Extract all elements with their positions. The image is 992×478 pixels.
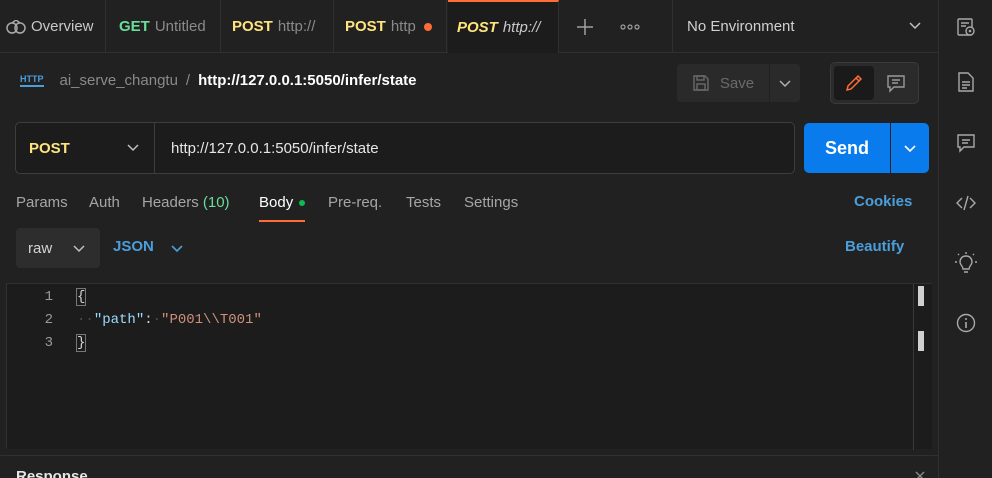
- environment-selector[interactable]: No Environment: [672, 0, 938, 53]
- editor-scrollbar-marker: [918, 331, 924, 351]
- environment-label: No Environment: [687, 18, 795, 35]
- tab-post-2[interactable]: POST http: [335, 0, 447, 53]
- chevron-down-icon: [778, 76, 792, 90]
- chevron-down-icon: [126, 140, 140, 158]
- chevron-down-icon: [170, 241, 184, 259]
- send-label: Send: [824, 137, 869, 158]
- comment-mode-button[interactable]: [876, 66, 916, 100]
- environment-quick-look-icon[interactable]: [939, 17, 992, 37]
- send-options-button[interactable]: [891, 123, 929, 173]
- open-brace: {: [75, 288, 87, 306]
- save-label: Save: [719, 74, 755, 92]
- right-sidebar: [938, 0, 992, 478]
- json-value: "P001\\T001": [161, 312, 262, 328]
- new-tab-icon[interactable]: [566, 0, 604, 53]
- tab-params[interactable]: Params: [16, 192, 68, 222]
- body-language-selector[interactable]: JSON: [113, 238, 183, 255]
- code-line: {: [75, 288, 87, 306]
- line-number: 2: [44, 312, 53, 328]
- line-number: 1: [44, 289, 53, 305]
- url-input[interactable]: [156, 123, 786, 173]
- tab-auth[interactable]: Auth: [89, 192, 120, 222]
- method-label: POST: [29, 139, 70, 157]
- body-indicator-icon: [299, 200, 306, 207]
- json-colon: :: [144, 312, 153, 328]
- request-tab-bar: Overview GET Untitled POST http:// POST …: [0, 0, 938, 53]
- http-icon: HTTP: [20, 74, 44, 87]
- beautify-link[interactable]: Beautify: [845, 238, 904, 255]
- tab-method: POST: [457, 19, 498, 36]
- body-language-label: JSON: [113, 238, 154, 255]
- breadcrumb: HTTP ai_serve_changtu / http://127.0.0.1…: [20, 72, 417, 89]
- code-icon[interactable]: [939, 193, 992, 213]
- edit-mode-button[interactable]: [834, 66, 874, 100]
- lightbulb-icon[interactable]: [939, 252, 992, 274]
- comment-icon: [886, 73, 906, 93]
- space-whitespace: ·: [152, 312, 162, 328]
- tab-prereq[interactable]: Pre-req.: [328, 192, 382, 222]
- response-label: Response: [16, 468, 88, 478]
- tab-get-untitled[interactable]: GET Untitled: [107, 0, 221, 53]
- pencil-icon: [844, 73, 864, 93]
- save-icon: [692, 74, 710, 92]
- body-mode-selector[interactable]: raw: [16, 228, 100, 268]
- save-button[interactable]: Save: [677, 64, 769, 102]
- tab-post-active[interactable]: POST http://: [448, 0, 559, 53]
- save-options-button[interactable]: [770, 64, 800, 102]
- editor-scrollbar-thumb[interactable]: [918, 286, 924, 306]
- method-selector[interactable]: POST: [16, 123, 155, 173]
- tab-label: http: [390, 18, 416, 35]
- response-panel: Response: [0, 455, 938, 478]
- comments-icon[interactable]: [939, 133, 992, 153]
- code-line: ··"path":·"P001\\T001": [77, 312, 262, 328]
- tab-label: http://: [502, 19, 541, 36]
- headers-count: (10): [202, 194, 230, 211]
- breadcrumb-collection[interactable]: ai_serve_changtu: [60, 72, 178, 89]
- request-name[interactable]: http://127.0.0.1:5050/infer/state: [198, 72, 416, 89]
- chevron-down-icon: [903, 141, 917, 155]
- editor-scrollbar-track: [913, 284, 914, 450]
- tab-body[interactable]: Body: [259, 192, 306, 222]
- mode-toggle: [830, 62, 919, 104]
- tab-label: Overview: [31, 18, 94, 35]
- tab-method: GET: [119, 18, 150, 35]
- breadcrumb-separator: /: [185, 72, 191, 89]
- tab-method: POST: [345, 18, 386, 35]
- unsaved-dot-icon: [423, 22, 432, 31]
- tab-post-1[interactable]: POST http://: [222, 0, 334, 53]
- close-brace: }: [75, 334, 87, 352]
- body-editor[interactable]: 1 2 3 { ··"path":·"P001\\T001" }: [6, 283, 932, 450]
- body-label: Body: [259, 194, 294, 211]
- url-bar: POST: [15, 122, 795, 174]
- line-number: 3: [44, 335, 53, 351]
- tab-method: POST: [232, 18, 273, 35]
- tab-settings[interactable]: Settings: [464, 192, 518, 222]
- code-line: }: [75, 334, 87, 352]
- cookies-link[interactable]: Cookies: [854, 193, 912, 210]
- body-mode-label: raw: [28, 239, 53, 257]
- tab-label: http://: [277, 18, 316, 35]
- chevron-down-icon: [908, 18, 922, 36]
- tab-overview[interactable]: Overview: [0, 0, 106, 53]
- collapse-icon[interactable]: [914, 469, 926, 478]
- overview-icon: [6, 19, 26, 34]
- headers-label: Headers: [142, 194, 199, 211]
- chevron-down-icon: [72, 241, 86, 259]
- tab-headers[interactable]: Headers (10): [142, 192, 230, 222]
- info-icon[interactable]: [939, 313, 992, 333]
- send-button[interactable]: Send: [804, 123, 890, 173]
- indent-whitespace: ··: [77, 312, 94, 328]
- documentation-icon[interactable]: [939, 72, 992, 92]
- tab-tests[interactable]: Tests: [406, 192, 441, 222]
- json-key: "path": [93, 312, 145, 328]
- tab-label: Untitled: [154, 18, 206, 35]
- more-tabs-icon[interactable]: [612, 0, 648, 53]
